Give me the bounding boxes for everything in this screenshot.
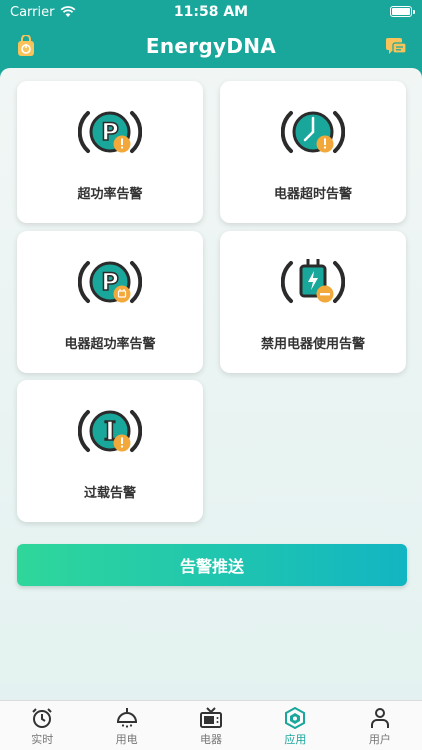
message-icon [386,38,407,54]
card-label: 超功率告警 [77,187,143,202]
clock-warning-icon [281,111,345,153]
card-label: 电器超时告警 [273,187,352,202]
card-appliance-over-power-alarm[interactable]: P 电器超功率告警 [17,231,203,373]
tab-realtime[interactable]: 实时 [0,701,84,750]
tab-bar: 实时 用电 电器 应用 用户 [0,700,422,750]
hexagon-app-icon [285,707,306,729]
tab-label: 实时 [31,733,54,746]
tab-label: 用电 [115,733,138,746]
tab-label: 应用 [284,733,307,746]
tab-label: 用户 [368,733,391,746]
nav-left-button[interactable] [12,32,40,60]
card-label: 电器超功率告警 [64,337,156,352]
power-p-warning-icon: P [78,111,142,153]
lamp-icon [116,708,137,728]
card-over-power-alarm[interactable]: P 超功率告警 [17,81,203,223]
banned-plug-icon [281,259,345,303]
tab-power-usage[interactable]: 用电 [84,701,168,750]
tab-appliances[interactable]: 电器 [169,701,253,750]
content-area: P 超功率告警 电器超时告警 P 电器超功率告警 禁用电器使用告警 I 过载告警… [0,68,422,700]
status-bar: Carrier 11:58 AM [0,0,422,24]
battery-icon [390,6,415,17]
tab-user[interactable]: 用户 [338,701,422,750]
user-icon [370,708,389,728]
page-title: EnergyDNA [145,34,277,58]
current-i-warning-icon: I [78,410,142,452]
card-overload-alarm[interactable]: I 过载告警 [17,380,203,522]
card-banned-appliance-alarm[interactable]: 禁用电器使用告警 [220,231,406,373]
tv-icon [200,707,223,728]
card-label: 过载告警 [83,486,136,501]
nav-right-button[interactable] [382,32,410,60]
alarm-push-button[interactable]: 告警推送 [17,544,407,586]
tab-apps[interactable]: 应用 [253,701,337,750]
card-label: 禁用电器使用告警 [260,337,365,352]
tab-label: 电器 [200,733,223,746]
nav-bar: EnergyDNA [0,24,422,68]
power-p-appliance-icon: P [78,261,142,303]
power-bag-icon [18,35,34,56]
alarm-clock-icon [32,708,52,728]
status-time: 11:58 AM [173,4,249,20]
card-appliance-timeout-alarm[interactable]: 电器超时告警 [220,81,406,223]
app-screen: Carrier 11:58 AM EnergyDNA P 超功率告警 电器超时告… [0,0,422,750]
